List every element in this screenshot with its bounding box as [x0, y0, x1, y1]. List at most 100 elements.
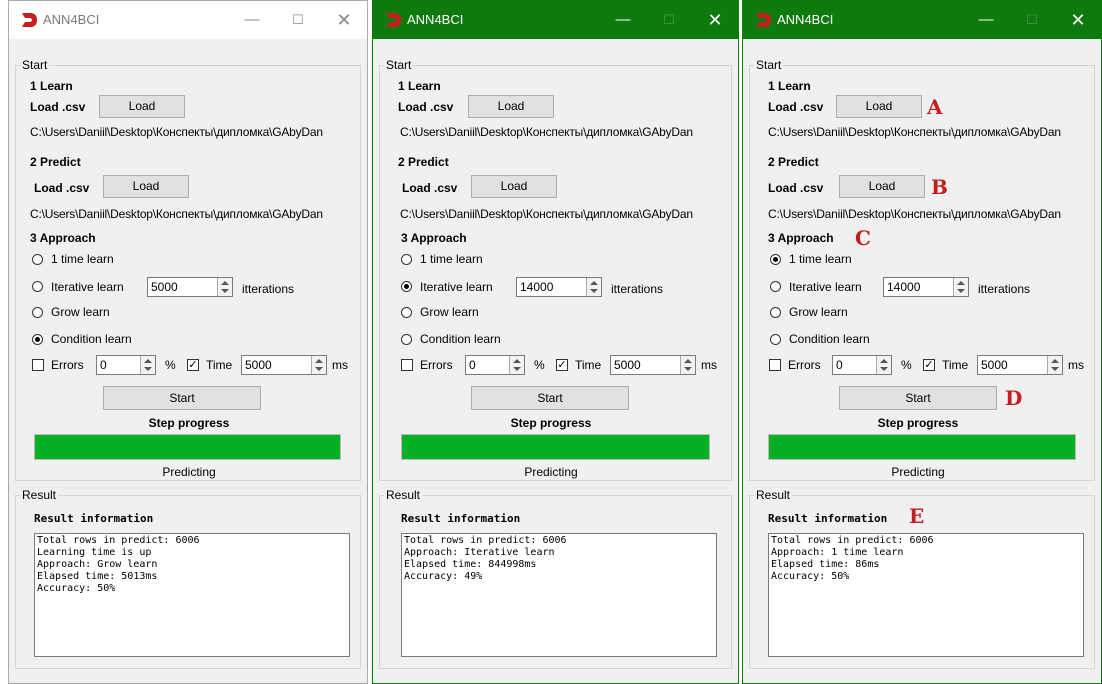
- learn-file-path: C:\Users\Daniil\Desktop\Конспекты\диплом…: [30, 125, 323, 139]
- minimize-button[interactable]: —: [600, 1, 646, 39]
- spinner-icon[interactable]: [680, 356, 695, 374]
- spinner-icon[interactable]: [586, 278, 601, 296]
- learn-file-path: C:\Users\Daniil\Desktop\Конспекты\диплом…: [400, 125, 693, 139]
- title-bar[interactable]: ANN4BCI — ☐ ✕: [743, 1, 1101, 39]
- minimize-button[interactable]: —: [963, 1, 1009, 39]
- minimize-button[interactable]: —: [229, 1, 275, 39]
- errors-label: Errors: [788, 358, 821, 372]
- close-button[interactable]: ✕: [1055, 1, 1101, 39]
- spinner-icon[interactable]: [311, 356, 326, 374]
- predict-heading: 2 Predict: [30, 155, 81, 169]
- start-button[interactable]: Start: [839, 386, 997, 410]
- time-value: 5000: [614, 358, 641, 372]
- iterations-label: itterations: [978, 282, 1031, 296]
- radio-condition-learn[interactable]: [770, 334, 781, 345]
- time-checkbox[interactable]: ✓: [556, 359, 568, 371]
- close-button[interactable]: ✕: [692, 1, 738, 39]
- window-title: ANN4BCI: [407, 12, 464, 27]
- load-csv-label: Load .csv: [768, 100, 824, 114]
- radio-label: 1 time learn: [789, 252, 852, 266]
- iterations-input[interactable]: 14000: [516, 277, 602, 297]
- radio-1-time-learn[interactable]: [401, 254, 412, 265]
- status-label: Predicting: [162, 465, 216, 479]
- errors-checkbox[interactable]: [769, 359, 781, 371]
- iterations-input[interactable]: 5000: [147, 277, 233, 297]
- app-logo-icon: [756, 13, 771, 27]
- predict-file-path: C:\Users\Daniil\Desktop\Конспекты\диплом…: [768, 207, 1061, 221]
- spinner-icon[interactable]: [140, 356, 155, 374]
- maximize-button[interactable]: ☐: [275, 1, 321, 39]
- start-button[interactable]: Start: [103, 386, 261, 410]
- radio-label: Grow learn: [789, 305, 848, 319]
- errors-value: 0: [469, 358, 476, 372]
- radio-grow-learn[interactable]: [32, 307, 43, 318]
- iterations-label: itterations: [242, 282, 295, 296]
- radio-iterative-learn[interactable]: [32, 281, 43, 292]
- learn-heading: 1 Learn: [398, 79, 441, 93]
- spinner-icon[interactable]: [876, 356, 891, 374]
- spinner-icon[interactable]: [953, 278, 968, 296]
- window-title: ANN4BCI: [43, 12, 100, 27]
- ms-label: ms: [1068, 358, 1084, 372]
- radio-label: Iterative learn: [51, 280, 124, 294]
- annotation-marker-e: E: [909, 504, 925, 528]
- spinner-icon[interactable]: [509, 356, 524, 374]
- predict-file-path: C:\Users\Daniil\Desktop\Конспекты\диплом…: [400, 207, 693, 221]
- load-learn-button[interactable]: Load: [99, 95, 185, 118]
- radio-condition-learn[interactable]: [32, 334, 43, 345]
- errors-input[interactable]: 0: [832, 355, 892, 375]
- app-logo-icon: [22, 13, 37, 27]
- result-info-label: Result information: [401, 512, 521, 525]
- load-learn-button[interactable]: Load: [836, 95, 922, 118]
- result-group-title: Result: [384, 488, 423, 502]
- step-progress-bar: [401, 434, 710, 460]
- progress-fill: [769, 435, 1075, 459]
- iterations-input[interactable]: 14000: [883, 277, 969, 297]
- load-learn-button[interactable]: Load: [468, 95, 554, 118]
- load-predict-button[interactable]: Load: [103, 175, 189, 198]
- time-label: Time: [575, 358, 602, 372]
- errors-input[interactable]: 0: [465, 355, 525, 375]
- errors-label: Errors: [51, 358, 84, 372]
- radio-1-time-learn[interactable]: [770, 254, 781, 265]
- iterations-value: 14000: [520, 280, 554, 294]
- time-checkbox[interactable]: ✓: [187, 359, 199, 371]
- errors-checkbox[interactable]: [32, 359, 44, 371]
- iterations-label: itterations: [611, 282, 664, 296]
- radio-iterative-learn[interactable]: [401, 281, 412, 292]
- title-bar[interactable]: ANN4BCI — ☐ ✕: [373, 1, 738, 39]
- start-button[interactable]: Start: [471, 386, 629, 410]
- spinner-icon[interactable]: [217, 278, 232, 296]
- maximize-button[interactable]: ☐: [646, 1, 692, 39]
- time-input[interactable]: 5000: [977, 355, 1063, 375]
- errors-checkbox[interactable]: [401, 359, 413, 371]
- app-window: ANN4BCI — ☐ ✕ Start 1 Learn Load .csv Lo…: [742, 0, 1102, 684]
- time-value: 5000: [981, 358, 1008, 372]
- result-group-title: Result: [754, 488, 793, 502]
- radio-iterative-learn[interactable]: [770, 281, 781, 292]
- radio-grow-learn[interactable]: [401, 307, 412, 318]
- title-bar[interactable]: ANN4BCI — ☐ ✕: [9, 1, 367, 39]
- close-button[interactable]: ✕: [321, 1, 367, 39]
- result-textbox[interactable]: Total rows in predict: 6006 Approach: It…: [401, 533, 717, 657]
- errors-input[interactable]: 0: [96, 355, 156, 375]
- time-checkbox[interactable]: ✓: [923, 359, 935, 371]
- result-textbox[interactable]: Total rows in predict: 6006 Learning tim…: [34, 533, 350, 657]
- load-csv-label: Load .csv: [768, 181, 824, 195]
- time-input[interactable]: 5000: [610, 355, 696, 375]
- radio-condition-learn[interactable]: [401, 334, 412, 345]
- time-label: Time: [206, 358, 233, 372]
- errors-value: 0: [836, 358, 843, 372]
- time-input[interactable]: 5000: [241, 355, 327, 375]
- radio-grow-learn[interactable]: [770, 307, 781, 318]
- errors-value: 0: [100, 358, 107, 372]
- radio-1-time-learn[interactable]: [32, 254, 43, 265]
- load-predict-button[interactable]: Load: [839, 175, 925, 198]
- load-predict-button[interactable]: Load: [471, 175, 557, 198]
- maximize-button[interactable]: ☐: [1009, 1, 1055, 39]
- approach-heading: 3 Approach: [401, 231, 467, 245]
- annotation-marker-c: C: [855, 226, 871, 250]
- result-textbox[interactable]: Total rows in predict: 6006 Approach: 1 …: [768, 533, 1084, 657]
- spinner-icon[interactable]: [1047, 356, 1062, 374]
- percent-label: %: [165, 358, 176, 372]
